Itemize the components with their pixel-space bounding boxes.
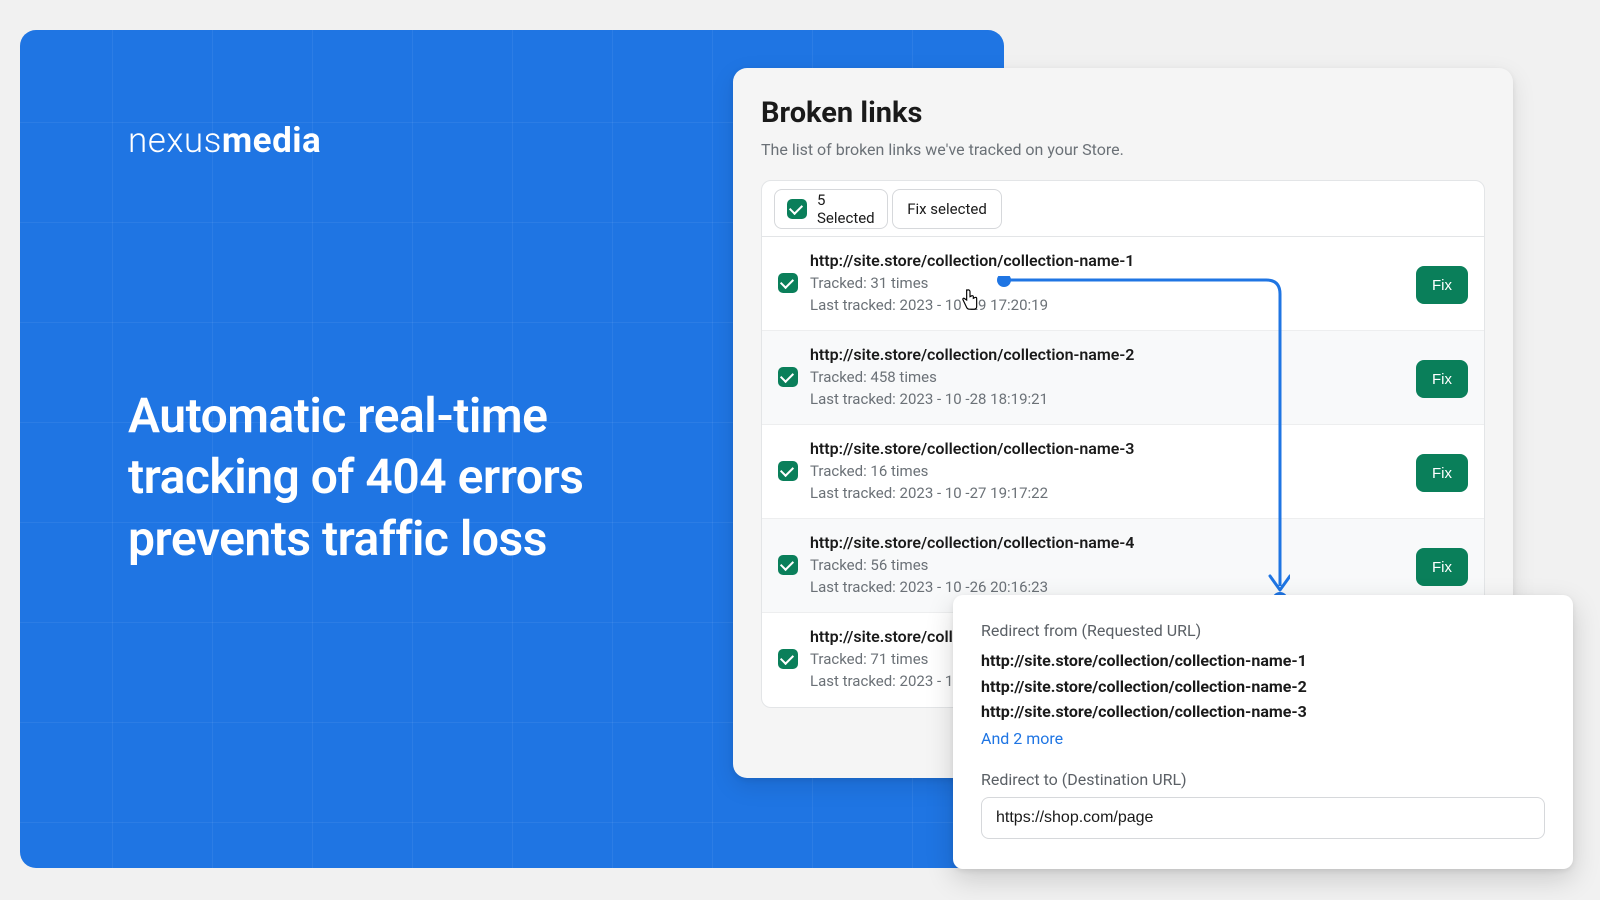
row-tracked: Tracked: 31 times bbox=[810, 274, 928, 292]
redirect-from-label: Redirect from (Requested URL) bbox=[981, 621, 1545, 640]
row-last: Last tracked: 2023 - 10 -29 17:20:19 bbox=[810, 296, 1048, 314]
row-meta: Tracked: 458 times Last tracked: 2023 - … bbox=[810, 367, 1468, 411]
fix-button[interactable]: Fix bbox=[1416, 360, 1468, 398]
row-meta: Tracked: 31 times Last tracked: 2023 - 1… bbox=[810, 273, 1468, 317]
row-last: Last tracked: 2023 - 10 -28 18:19:21 bbox=[810, 390, 1048, 408]
row-tracked: Tracked: 16 times bbox=[810, 462, 928, 480]
card-title: Broken links bbox=[761, 96, 922, 130]
row-url: http://site.store/collection/collection-… bbox=[810, 345, 1468, 364]
redirect-from-url: http://site.store/collection/collection-… bbox=[981, 648, 1545, 674]
row-tracked: Tracked: 458 times bbox=[810, 368, 937, 386]
row-checkbox[interactable] bbox=[778, 555, 798, 575]
fix-button[interactable]: Fix bbox=[1416, 548, 1468, 586]
row-last: Last tracked: 2023 - 10 -26 20:16:23 bbox=[810, 578, 1048, 596]
selected-count-chip[interactable]: 5 Selected bbox=[774, 189, 888, 229]
row-url: http://site.store/collection/collection-… bbox=[810, 439, 1468, 458]
table-row[interactable]: http://site.store/collection/collection-… bbox=[762, 425, 1484, 519]
pointer-cursor-icon bbox=[960, 288, 980, 312]
fix-selected-label: Fix selected bbox=[907, 200, 987, 218]
row-meta: Tracked: 56 times Last tracked: 2023 - 1… bbox=[810, 555, 1468, 599]
logo-part-1: nexus bbox=[128, 120, 222, 161]
row-checkbox[interactable] bbox=[778, 367, 798, 387]
redirect-from-url: http://site.store/collection/collection-… bbox=[981, 699, 1545, 725]
redirect-from-url: http://site.store/collection/collection-… bbox=[981, 674, 1545, 700]
fix-selected-button[interactable]: Fix selected bbox=[892, 189, 1002, 229]
row-last: Last tracked: 2023 - 10 -27 19:17:22 bbox=[810, 484, 1048, 502]
card-subtitle: The list of broken links we've tracked o… bbox=[761, 140, 1124, 159]
destination-url-input[interactable] bbox=[981, 797, 1545, 839]
brand-logo: nexusmedia bbox=[128, 120, 321, 161]
table-header: 5 Selected Fix selected bbox=[762, 181, 1484, 237]
logo-part-2: media bbox=[222, 120, 321, 161]
row-checkbox[interactable] bbox=[778, 649, 798, 669]
row-url: http://site.store/collection/collection-… bbox=[810, 251, 1468, 270]
show-more-link[interactable]: And 2 more bbox=[981, 729, 1545, 748]
selected-count-label: 5 Selected bbox=[817, 191, 875, 227]
row-checkbox[interactable] bbox=[778, 273, 798, 293]
redirect-to-label: Redirect to (Destination URL) bbox=[981, 770, 1545, 789]
row-tracked: Tracked: 71 times bbox=[810, 650, 928, 668]
fix-button[interactable]: Fix bbox=[1416, 266, 1468, 304]
row-url: http://site.store/collection/collection-… bbox=[810, 533, 1468, 552]
redirect-popover: Redirect from (Requested URL) http://sit… bbox=[953, 595, 1573, 869]
select-all-checkbox[interactable] bbox=[787, 199, 807, 219]
fix-button[interactable]: Fix bbox=[1416, 454, 1468, 492]
row-last: Last tracked: 2023 - 1 bbox=[810, 672, 953, 690]
table-row[interactable]: http://site.store/collection/collection-… bbox=[762, 237, 1484, 331]
hero-headline: Automatic real-time tracking of 404 erro… bbox=[128, 385, 688, 569]
table-row[interactable]: http://site.store/collection/collection-… bbox=[762, 331, 1484, 425]
row-meta: Tracked: 16 times Last tracked: 2023 - 1… bbox=[810, 461, 1468, 505]
row-tracked: Tracked: 56 times bbox=[810, 556, 928, 574]
row-checkbox[interactable] bbox=[778, 461, 798, 481]
